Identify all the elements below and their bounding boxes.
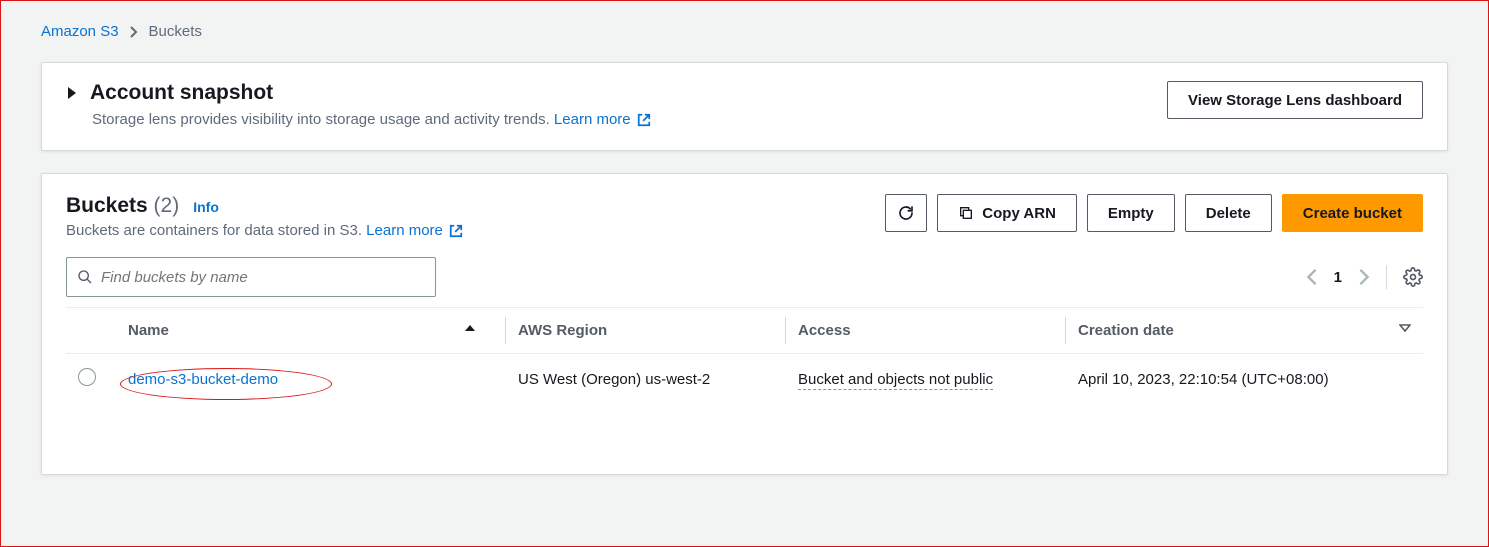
search-input[interactable] bbox=[101, 269, 425, 286]
breadcrumb: Amazon S3 Buckets bbox=[41, 23, 1448, 40]
col-region[interactable]: AWS Region bbox=[506, 308, 786, 354]
search-input-wrapper[interactable] bbox=[66, 257, 436, 297]
chevron-right-icon bbox=[129, 26, 139, 38]
pagination: 1 bbox=[1306, 265, 1423, 289]
buckets-info-link[interactable]: Info bbox=[193, 199, 219, 215]
bucket-access: Bucket and objects not public bbox=[798, 371, 993, 390]
bucket-name-link[interactable]: demo-s3-bucket-demo bbox=[128, 371, 278, 388]
row-select-radio[interactable] bbox=[78, 368, 96, 386]
divider bbox=[1386, 265, 1387, 289]
col-access[interactable]: Access bbox=[786, 308, 1066, 354]
refresh-button[interactable] bbox=[885, 194, 927, 232]
page-next-button[interactable] bbox=[1358, 268, 1370, 286]
buckets-actions: Copy ARN Empty Delete Create bucket bbox=[885, 194, 1423, 232]
breadcrumb-root[interactable]: Amazon S3 bbox=[41, 23, 119, 40]
col-name[interactable]: Name bbox=[116, 308, 506, 354]
gear-icon bbox=[1403, 267, 1423, 287]
page-number: 1 bbox=[1334, 269, 1342, 286]
empty-button[interactable]: Empty bbox=[1087, 194, 1175, 232]
caret-right-icon bbox=[66, 86, 78, 100]
account-snapshot-panel: Account snapshot Storage lens provides v… bbox=[41, 62, 1448, 151]
external-link-icon bbox=[449, 224, 463, 238]
snapshot-subtitle: Storage lens provides visibility into st… bbox=[92, 111, 651, 128]
sort-icon bbox=[1399, 322, 1411, 334]
search-icon bbox=[77, 269, 93, 285]
buckets-panel: Buckets (2) Info Buckets are containers … bbox=[41, 173, 1448, 475]
col-created[interactable]: Creation date bbox=[1066, 308, 1423, 354]
buckets-learn-more-link[interactable]: Learn more bbox=[366, 222, 463, 239]
copy-arn-button[interactable]: Copy ARN bbox=[937, 194, 1077, 232]
buckets-table: Name AWS Region Access bbox=[66, 307, 1423, 404]
delete-button[interactable]: Delete bbox=[1185, 194, 1272, 232]
buckets-count: (2) bbox=[154, 194, 180, 217]
page-prev-button[interactable] bbox=[1306, 268, 1318, 286]
refresh-icon bbox=[897, 204, 915, 222]
copy-icon bbox=[958, 205, 974, 221]
bucket-created: April 10, 2023, 22:10:54 (UTC+08:00) bbox=[1066, 354, 1423, 405]
breadcrumb-current: Buckets bbox=[149, 23, 202, 40]
buckets-subtitle: Buckets are containers for data stored i… bbox=[66, 222, 463, 239]
snapshot-learn-more-link[interactable]: Learn more bbox=[554, 111, 651, 128]
external-link-icon bbox=[637, 113, 651, 127]
create-bucket-button[interactable]: Create bucket bbox=[1282, 194, 1423, 232]
sort-asc-icon bbox=[464, 322, 476, 334]
view-storage-lens-button[interactable]: View Storage Lens dashboard bbox=[1167, 81, 1423, 119]
buckets-title: Buckets (2) bbox=[66, 194, 179, 218]
bucket-region: US West (Oregon) us-west-2 bbox=[506, 354, 786, 405]
table-row: demo-s3-bucket-demo US West (Oregon) us-… bbox=[66, 354, 1423, 405]
snapshot-title[interactable]: Account snapshot bbox=[66, 81, 651, 105]
settings-button[interactable] bbox=[1403, 267, 1423, 287]
